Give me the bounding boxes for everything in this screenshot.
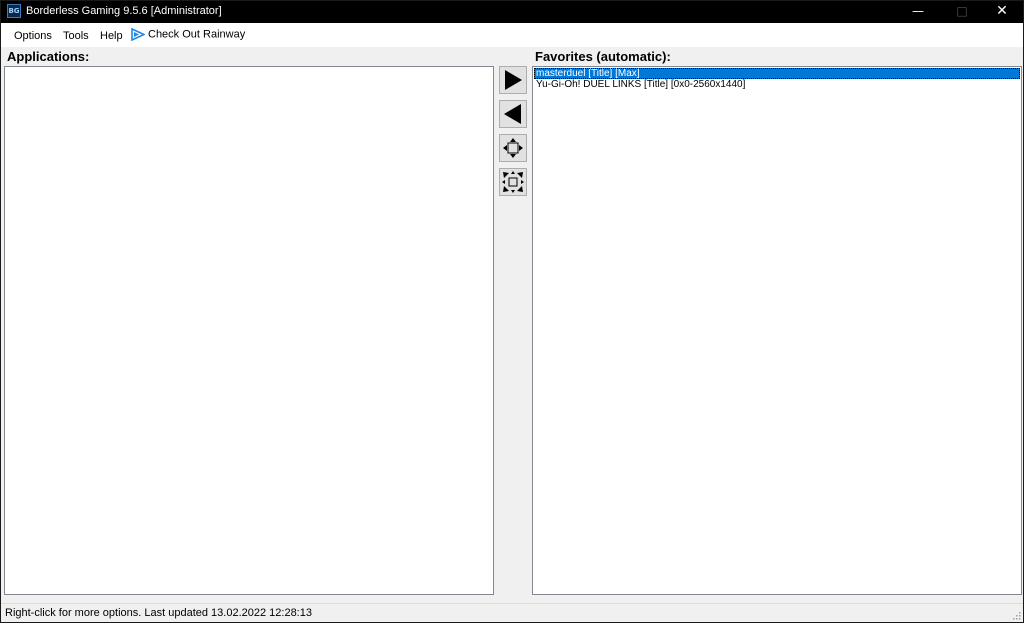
window-title: Borderless Gaming 9.5.6 [Administrator]	[26, 5, 222, 17]
menu-options[interactable]: Options	[14, 30, 52, 42]
rainway-label: Check Out Rainway	[148, 28, 246, 41]
maximize-button[interactable]: □	[941, 1, 983, 23]
favorites-list-item[interactable]: masterduel [Title] [Max]	[534, 68, 1020, 79]
window-arrows-outward-icon	[502, 171, 524, 193]
applications-list[interactable]	[4, 66, 494, 595]
favorites-label: Favorites (automatic):	[535, 49, 671, 64]
favorites-list[interactable]: masterduel [Title] [Max] Yu-Gi-Oh! DUEL L…	[532, 66, 1022, 595]
restore-window-button[interactable]	[499, 168, 527, 196]
add-to-favorites-button[interactable]	[499, 66, 527, 94]
applications-label: Applications:	[7, 49, 90, 64]
resize-grip-icon[interactable]	[1011, 610, 1021, 620]
arrow-left-icon	[504, 104, 521, 124]
menu-help[interactable]: Help	[100, 30, 123, 42]
title-bar[interactable]: BG Borderless Gaming 9.5.6 [Administrato…	[1, 1, 1023, 23]
status-text: Right-click for more options. Last updat…	[5, 607, 312, 619]
window-arrows-inward-icon	[503, 138, 523, 158]
close-button[interactable]: ✕	[981, 1, 1023, 23]
app-icon: BG	[7, 4, 21, 18]
remove-from-favorites-button[interactable]	[499, 100, 527, 128]
rainway-logo-icon	[131, 28, 145, 41]
status-bar: Right-click for more options. Last updat…	[1, 603, 1023, 622]
minimize-button[interactable]: —	[897, 1, 939, 23]
menu-bar: Options Tools Help Check Out Rainway	[1, 23, 1023, 47]
menu-check-out-rainway[interactable]: Check Out Rainway	[131, 28, 245, 41]
main-window: BG Borderless Gaming 9.5.6 [Administrato…	[0, 0, 1024, 623]
menu-tools[interactable]: Tools	[63, 30, 89, 42]
arrow-right-icon	[505, 70, 522, 90]
make-borderless-button[interactable]	[499, 134, 527, 162]
favorites-list-item[interactable]: Yu-Gi-Oh! DUEL LINKS [Title] [0x0-2560x1…	[534, 79, 1020, 90]
